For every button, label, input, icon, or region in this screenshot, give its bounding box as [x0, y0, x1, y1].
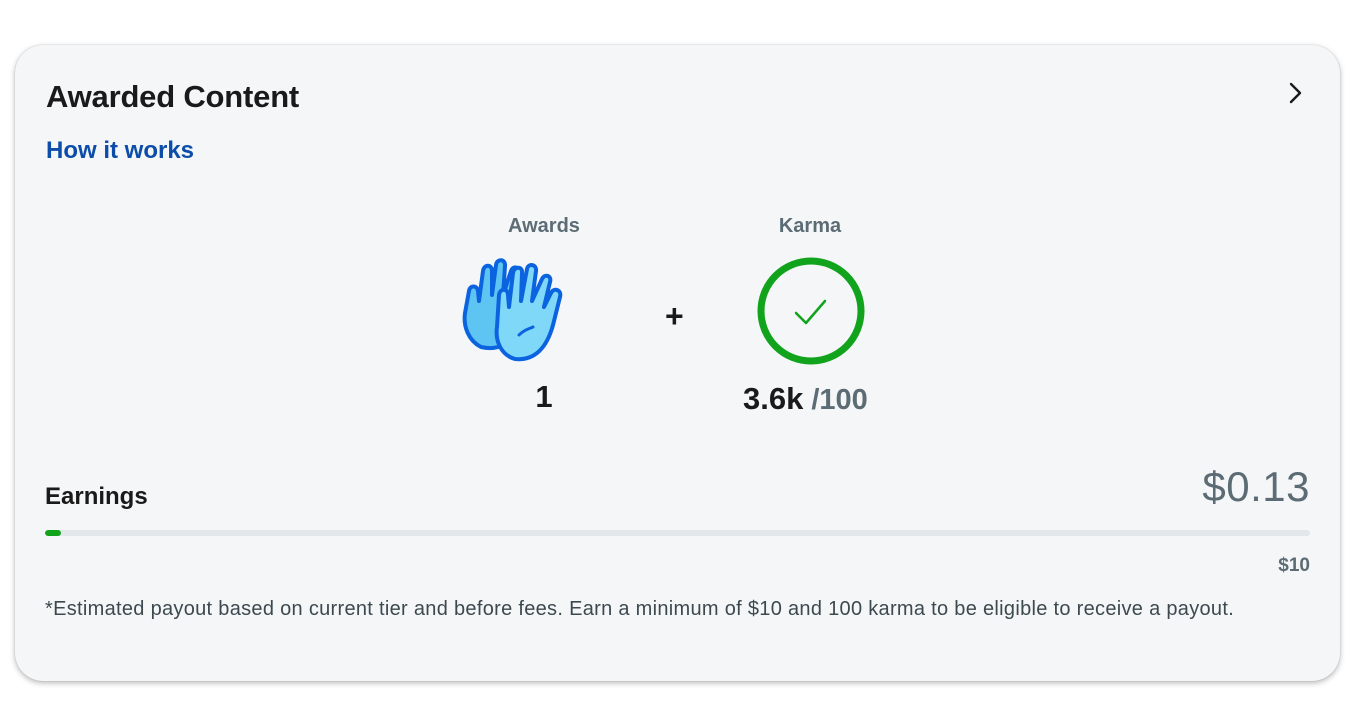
- earnings-progress-fill: [45, 530, 62, 536]
- earnings-label: Earnings: [45, 483, 148, 510]
- card-title: Awarded Content: [46, 79, 300, 114]
- karma-label: Karma: [778, 215, 842, 237]
- plus-operator: +: [665, 298, 684, 334]
- awards-count: 1: [535, 379, 553, 414]
- payout-footnote: *Estimated payout based on current tier …: [45, 598, 1235, 620]
- earnings-amount: $0.13: [1202, 463, 1310, 510]
- chevron-right-icon[interactable]: [1283, 81, 1307, 105]
- how-it-works-link[interactable]: How it works: [46, 137, 194, 165]
- earnings-progress-bar: [45, 530, 1310, 536]
- karma-count: 3.6k/100: [743, 381, 868, 417]
- awarded-content-card: Awarded Content How it works Awards Karm…: [15, 45, 1340, 681]
- awards-label: Awards: [508, 215, 580, 237]
- check-circle-icon: [757, 257, 865, 365]
- high-five-hands-icon: [462, 258, 563, 362]
- karma-value: 3.6k: [743, 381, 804, 416]
- earnings-goal: $10: [1278, 555, 1310, 576]
- karma-threshold: /100: [811, 384, 868, 416]
